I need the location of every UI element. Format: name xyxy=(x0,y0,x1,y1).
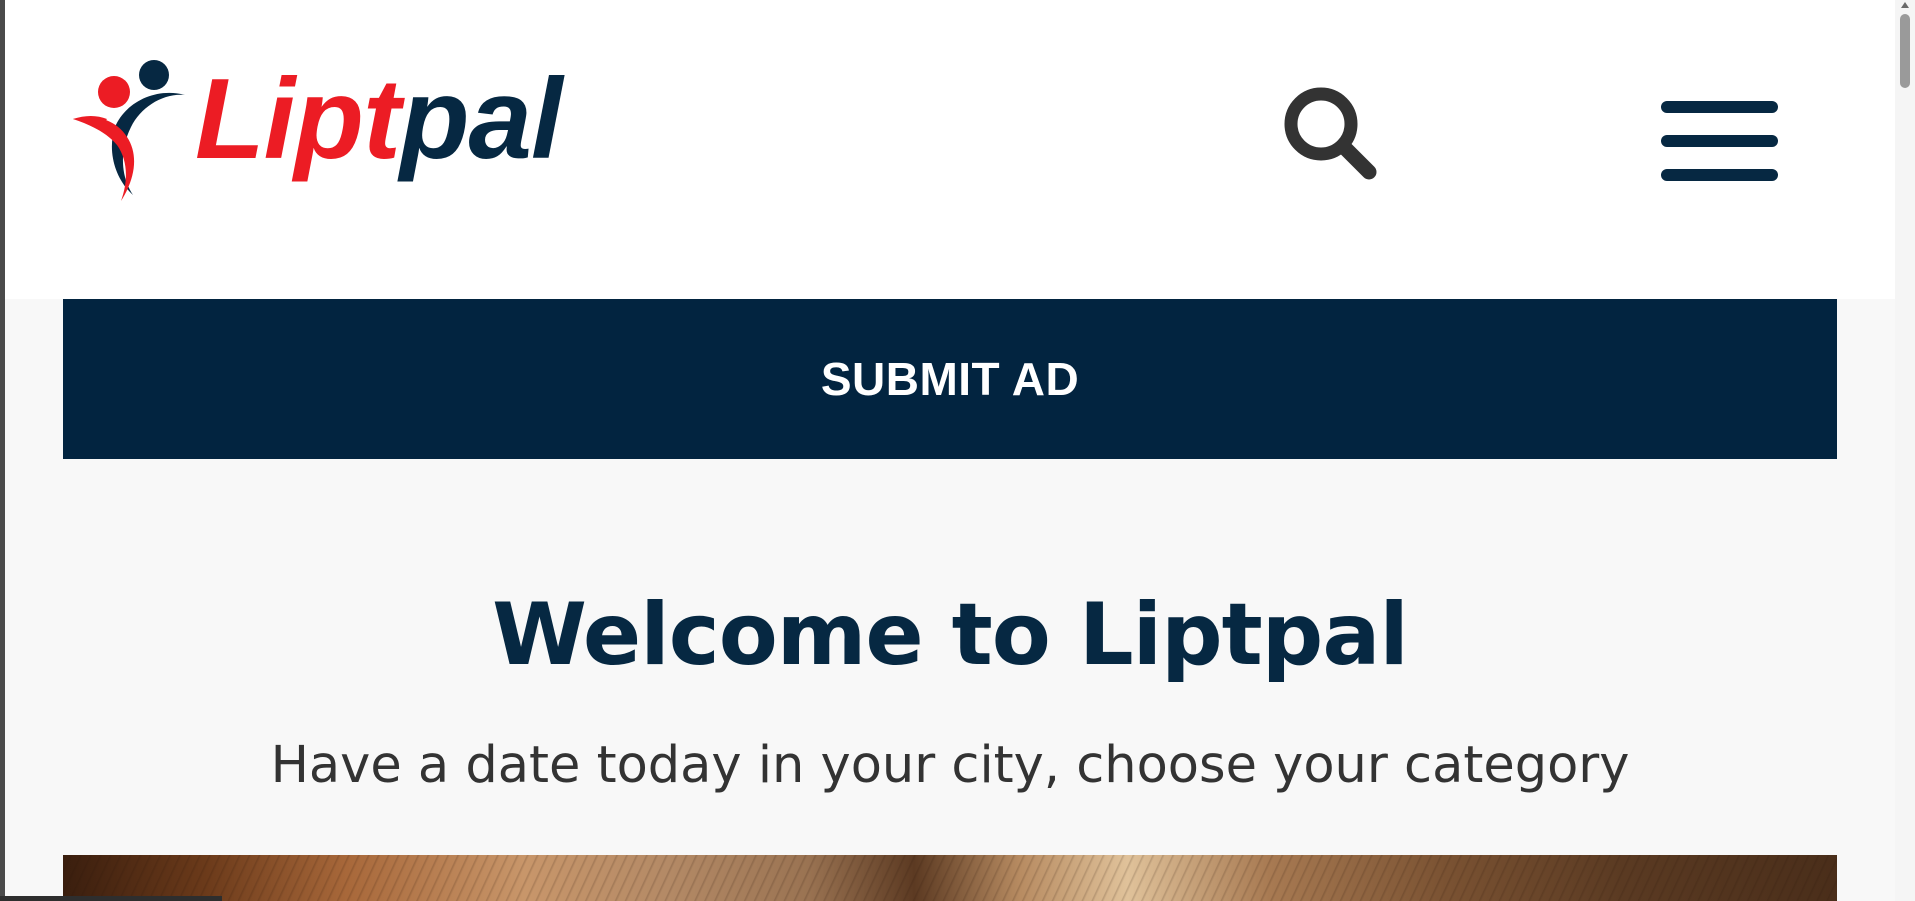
logo-wordmark-navy: pal xyxy=(399,56,563,183)
site-logo[interactable]: Liptpal xyxy=(67,55,587,205)
search-icon xyxy=(1284,87,1377,180)
page-title: Welcome to Liptpal xyxy=(492,585,1409,685)
hamburger-menu-button[interactable] xyxy=(1657,95,1783,187)
scrollbar-thumb[interactable] xyxy=(1900,14,1910,88)
menu-bar-icon xyxy=(1661,135,1778,147)
logo-wordmark-red: Lipt xyxy=(195,56,401,183)
page-subtitle: Have a date today in your city, choose y… xyxy=(270,736,1630,795)
logo-wordmark: Liptpal xyxy=(195,63,563,177)
bottom-edge-strip xyxy=(0,896,222,901)
search-button[interactable] xyxy=(1281,84,1381,184)
menu-bar-icon xyxy=(1661,101,1778,113)
menu-bar-icon xyxy=(1661,169,1778,181)
vertical-scrollbar[interactable] xyxy=(1895,0,1915,901)
scroll-up-arrow-icon[interactable] xyxy=(1901,2,1909,8)
site-header: Liptpal xyxy=(5,0,1895,299)
hero-image xyxy=(63,855,1837,901)
logo-people-icon xyxy=(73,60,185,201)
submit-ad-button[interactable]: SUBMIT AD xyxy=(63,299,1837,459)
